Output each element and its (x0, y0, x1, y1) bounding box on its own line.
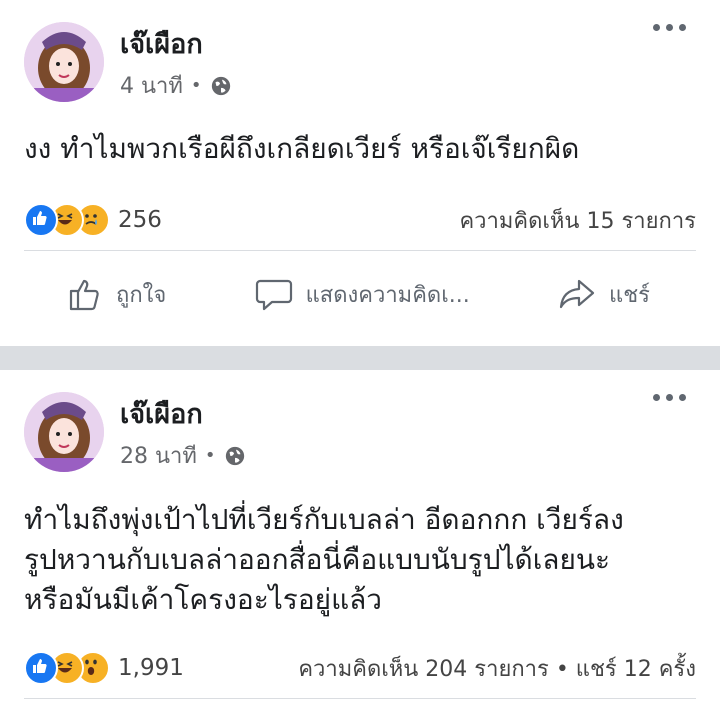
more-options-button[interactable] (653, 394, 686, 401)
reactions-summary[interactable]: 256 (24, 190, 162, 250)
like-reaction-icon (24, 651, 58, 685)
post-text: งง ทำไมพวกเรือผีถึงเกลียดเวียร์ หรือเจ๊เ… (24, 132, 580, 165)
action-bar: ถูกใจ แสดงความคิดเ... แชร์ (0, 251, 720, 337)
share-label: แชร์ (609, 282, 650, 308)
reactions-summary[interactable]: 1,991 (24, 638, 184, 698)
comment-button[interactable]: แสดงความคิดเ... (254, 275, 470, 313)
comment-icon (255, 279, 292, 311)
like-icon (69, 279, 99, 311)
divider (24, 698, 696, 699)
globe-icon (225, 446, 244, 465)
author-avatar[interactable] (24, 22, 104, 102)
share-button[interactable]: แชร์ (557, 275, 650, 313)
like-button[interactable]: ถูกใจ (66, 275, 166, 313)
feed-separator (0, 346, 720, 370)
meta-separator: • (204, 445, 216, 466)
meta-separator: • (190, 75, 202, 96)
post-meta: 4 นาที • (120, 68, 232, 103)
more-options-button[interactable] (653, 24, 686, 31)
like-reaction-icon (24, 203, 58, 237)
post-meta: 28 นาที • (120, 438, 246, 473)
post-stats: 1,991 ความคิดเห็น 204 รายการ • แชร์ 12 ค… (24, 638, 696, 698)
comments-count[interactable]: ความคิดเห็น 15 รายการ (459, 190, 696, 250)
post-header: เจ๊เผือก 4 นาที • (0, 0, 720, 110)
comment-label: แสดงความคิดเ... (305, 282, 470, 308)
post-header: เจ๊เผือก 28 นาที • (0, 370, 720, 480)
share-icon (559, 279, 595, 309)
reaction-count: 256 (118, 207, 162, 233)
post-time[interactable]: 28 นาที (120, 438, 197, 473)
author-name[interactable]: เจ๊เผือก (120, 392, 203, 435)
more-icon (653, 24, 660, 31)
post-2: เจ๊เผือก 28 นาที • ทำไมถึงพุ่งเป้าไปที่เ… (0, 370, 720, 720)
more-icon (653, 394, 660, 401)
comments-count[interactable]: ความคิดเห็น 204 รายการ • แชร์ 12 ครั้ง (298, 638, 696, 698)
reaction-count: 1,991 (118, 655, 184, 681)
post-text: ทำไมถึงพุ่งเป้าไปที่เวียร์กับเบลล่า อีดอ… (24, 503, 624, 616)
author-avatar[interactable] (24, 392, 104, 472)
post-1: เจ๊เผือก 4 นาที • งง ทำไมพวกเรือผีถึงเกล… (0, 0, 720, 346)
author-name[interactable]: เจ๊เผือก (120, 22, 203, 65)
globe-icon (211, 76, 230, 95)
like-label: ถูกใจ (116, 282, 167, 308)
post-stats: 256 ความคิดเห็น 15 รายการ (24, 190, 696, 250)
post-time[interactable]: 4 นาที (120, 68, 183, 103)
